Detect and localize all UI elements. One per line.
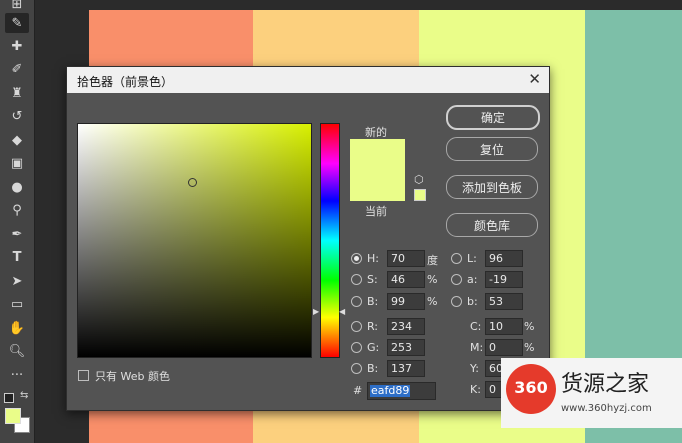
brightness-unit: % <box>427 295 438 308</box>
magenta-label: M: <box>470 341 484 354</box>
hue-slider-left-arrow-icon[interactable]: ▶ <box>313 307 319 316</box>
path-select-icon[interactable]: ➤ <box>5 271 29 291</box>
foreground-color-swatch[interactable] <box>5 408 21 424</box>
hand-icon[interactable]: ✋ <box>5 318 29 338</box>
type-icon[interactable]: T <box>5 247 29 267</box>
move-icon[interactable]: ⊞ <box>5 0 29 14</box>
brightness-radio[interactable] <box>351 296 362 307</box>
green-label: G: <box>367 341 380 354</box>
history-brush-icon[interactable]: ↺ <box>5 106 29 126</box>
web-safe-cube-icon[interactable]: ⬡ <box>414 173 424 186</box>
current-color-label: 当前 <box>365 205 387 218</box>
green-input[interactable]: 253 <box>387 339 425 356</box>
close-icon[interactable]: ✕ <box>528 70 541 88</box>
brush-icon[interactable]: ✐ <box>5 59 29 79</box>
b-channel-radio[interactable] <box>451 296 462 307</box>
pen-icon[interactable]: ✒ <box>5 224 29 244</box>
watermark-url: www.360hyzj.com <box>561 403 652 414</box>
red-radio[interactable] <box>351 321 362 332</box>
healing-brush-icon[interactable]: ✚ <box>5 36 29 56</box>
color-libraries-button[interactable]: 颜色库 <box>446 213 538 237</box>
watermark-name: 货源之家 <box>561 372 650 397</box>
magenta-unit: % <box>524 341 535 354</box>
hue-radio[interactable] <box>351 253 362 264</box>
hue-slider[interactable] <box>320 123 340 358</box>
watermark-number: 360 <box>514 378 548 397</box>
more-icon[interactable]: ··· <box>5 365 29 385</box>
lightness-radio[interactable] <box>451 253 462 264</box>
blue-radio[interactable] <box>351 363 362 374</box>
web-safe-color-swatch[interactable] <box>414 189 426 201</box>
brightness-input[interactable]: 99 <box>387 293 425 310</box>
hex-label: # <box>353 384 363 397</box>
saturation-brightness-field[interactable] <box>77 123 312 358</box>
hue-unit: 度 <box>427 254 438 267</box>
swap-colors-icon[interactable]: ⇆ <box>20 390 28 401</box>
saturation-label: S: <box>367 273 378 286</box>
yellow-label: Y: <box>470 362 479 375</box>
current-color-swatch[interactable] <box>350 174 405 201</box>
new-color-swatch <box>350 139 405 174</box>
gradient-icon[interactable]: ▣ <box>5 153 29 173</box>
a-channel-radio[interactable] <box>451 274 462 285</box>
default-colors-icon[interactable] <box>4 393 14 403</box>
hue-slider-right-arrow-icon[interactable]: ◀ <box>339 307 345 316</box>
saturation-unit: % <box>427 273 438 286</box>
color-picker-cursor[interactable] <box>188 178 197 187</box>
cyan-input[interactable]: 10 <box>485 318 523 335</box>
watermark: 360 货源之家 www.360hyzj.com <box>501 358 682 428</box>
color-picker-dialog: 拾色器（前景色） ✕ ▶ ◀ 新的 当前 ⬡ 确定 复位 添加到色板 颜色库 H… <box>66 66 550 411</box>
new-color-label: 新的 <box>365 126 387 139</box>
saturation-radio[interactable] <box>351 274 362 285</box>
zoom-icon[interactable]: 🔍︎ <box>5 341 29 361</box>
cyan-label: C: <box>470 320 482 333</box>
stamp-icon[interactable]: ♜ <box>5 83 29 103</box>
hex-value: eafd89 <box>370 384 411 397</box>
hex-input[interactable]: eafd89 <box>367 382 436 400</box>
lightness-label: L: <box>467 252 477 265</box>
b-channel-input[interactable]: 53 <box>485 293 523 310</box>
hue-input[interactable]: 70 <box>387 250 425 267</box>
a-channel-label: a: <box>467 273 478 286</box>
hue-label: H: <box>367 252 379 265</box>
green-radio[interactable] <box>351 342 362 353</box>
web-colors-only-checkbox[interactable] <box>78 370 89 381</box>
lightness-input[interactable]: 96 <box>485 250 523 267</box>
ok-button[interactable]: 确定 <box>446 105 540 130</box>
dialog-title: 拾色器（前景色） <box>77 75 174 89</box>
add-to-swatches-button[interactable]: 添加到色板 <box>446 175 538 199</box>
dialog-titlebar: 拾色器（前景色） ✕ <box>67 67 549 93</box>
blue-label: B: <box>367 362 379 375</box>
saturation-input[interactable]: 46 <box>387 271 425 288</box>
blue-input[interactable]: 137 <box>387 360 425 377</box>
black-label: K: <box>470 383 481 396</box>
rectangle-icon[interactable]: ▭ <box>5 294 29 314</box>
blur-icon[interactable]: ● <box>5 177 29 197</box>
dodge-icon[interactable]: ⚲ <box>5 200 29 220</box>
a-channel-input[interactable]: -19 <box>485 271 523 288</box>
magenta-input[interactable]: 0 <box>485 339 523 356</box>
reset-button[interactable]: 复位 <box>446 137 538 161</box>
eraser-icon[interactable]: ◆ <box>5 130 29 150</box>
red-label: R: <box>367 320 379 333</box>
b-channel-label: b: <box>467 295 478 308</box>
cyan-unit: % <box>524 320 535 333</box>
tools-panel: ⊞ ✎ ✚ ✐ ♜ ↺ ◆ ▣ ● ⚲ ✒ T ➤ ▭ ✋ 🔍︎ ··· ⇆ <box>0 0 35 443</box>
web-colors-only-label: 只有 Web 颜色 <box>95 370 170 383</box>
brightness-label: B: <box>367 295 379 308</box>
eyedropper-icon[interactable]: ✎ <box>5 13 29 33</box>
red-input[interactable]: 234 <box>387 318 425 335</box>
